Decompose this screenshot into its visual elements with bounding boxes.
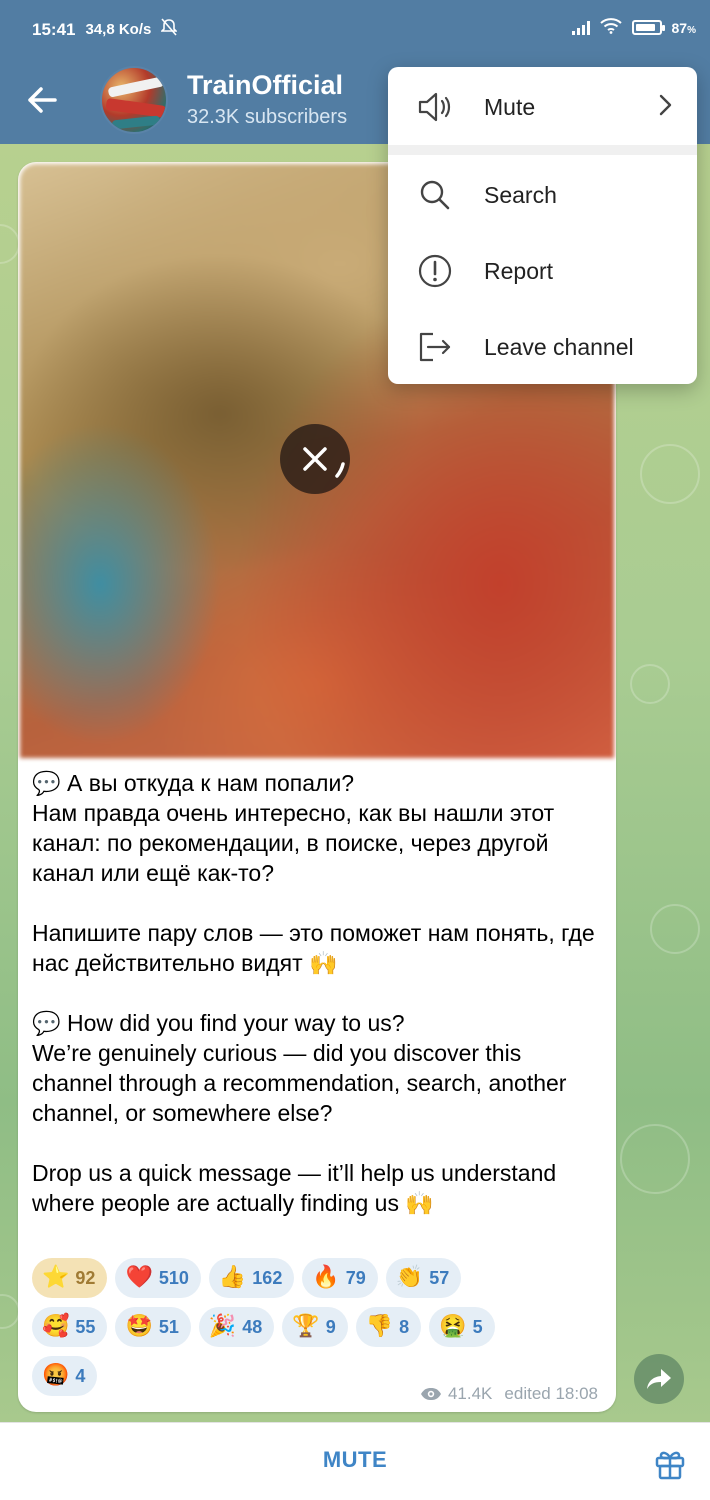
reaction-count: 4	[75, 1365, 86, 1386]
reaction-emoji: 🤮	[439, 1314, 467, 1339]
reaction-emoji: 👏	[395, 1265, 424, 1290]
reaction-emoji: 🤩	[125, 1314, 153, 1339]
status-left: 15:41 34,8 Ko/s	[32, 18, 179, 41]
reaction-row: 🤬 4	[32, 1356, 98, 1396]
reaction-count: 9	[325, 1316, 336, 1337]
report-icon	[416, 252, 454, 290]
reaction-count: 48	[242, 1316, 263, 1337]
reaction-chip[interactable]: 👏 57	[385, 1258, 462, 1298]
status-time: 15:41	[32, 19, 76, 39]
reaction-emoji: 👎	[365, 1314, 394, 1339]
signal-icon	[571, 20, 590, 35]
reaction-chip[interactable]: 🏆 9	[282, 1307, 348, 1347]
search-icon	[416, 176, 454, 214]
reaction-count: 8	[399, 1316, 410, 1337]
reaction-chip[interactable]: ⭐ 92	[32, 1258, 108, 1298]
reaction-chip[interactable]: 🤩 51	[115, 1307, 191, 1347]
reaction-chip[interactable]: 👍 162	[208, 1258, 295, 1298]
reaction-count: 57	[429, 1267, 450, 1288]
share-button[interactable]	[634, 1354, 684, 1404]
menu-separator	[388, 145, 697, 155]
reaction-emoji: ❤️	[125, 1265, 153, 1290]
reaction-count: 92	[75, 1267, 96, 1288]
reaction-chip[interactable]: 🥰 55	[32, 1307, 108, 1347]
reaction-row: 🥰 55 🤩 51 🎉 48 🏆 9 👎 8 🤮 5	[32, 1307, 495, 1347]
bottom-bar: MUTE	[0, 1422, 710, 1500]
reaction-count: 55	[75, 1316, 96, 1337]
reaction-emoji: 👍	[218, 1265, 247, 1290]
battery-icon	[631, 20, 665, 35]
speaker-icon	[416, 88, 454, 126]
download-progress-icon	[335, 462, 345, 478]
bell-off-icon	[160, 18, 179, 41]
channel-options-menu: Mute Search Report Leave channel	[388, 67, 697, 384]
message-text: 💬 А вы откуда к нам попали? Нам правда о…	[32, 770, 595, 1216]
leave-icon	[416, 328, 454, 366]
menu-item-leave-channel[interactable]: Leave channel	[388, 309, 697, 384]
eye-icon	[420, 1388, 441, 1400]
reaction-emoji: 🔥	[312, 1265, 340, 1290]
gift-icon	[655, 1451, 685, 1480]
reaction-emoji: 🏆	[292, 1314, 320, 1339]
menu-item-label: Search	[484, 181, 557, 208]
reaction-count: 510	[158, 1267, 189, 1288]
reaction-chip[interactable]: 🎉 48	[198, 1307, 275, 1347]
arrow-left-icon	[28, 87, 57, 113]
message-meta: 41.4K edited 18:08	[420, 1384, 598, 1404]
reaction-chip[interactable]: 🔥 79	[302, 1258, 378, 1298]
reaction-count: 162	[252, 1267, 283, 1288]
menu-item-label: Mute	[484, 93, 536, 120]
menu-item-report[interactable]: Report	[388, 233, 697, 309]
chevron-right-icon	[659, 94, 673, 121]
mute-channel-button[interactable]: MUTE	[0, 1447, 710, 1473]
subscriber-count: 32.3K subscribers	[187, 106, 348, 128]
reaction-count: 51	[158, 1316, 179, 1337]
reaction-emoji: 🥰	[42, 1314, 70, 1339]
reaction-emoji: 🤬	[42, 1363, 70, 1388]
network-speed: 34,8 Ko/s	[85, 21, 152, 38]
reaction-chip[interactable]: 👎 8	[355, 1307, 422, 1347]
reaction-emoji: 🎉	[208, 1314, 237, 1339]
menu-item-label: Report	[484, 257, 554, 284]
menu-item-mute[interactable]: Mute	[388, 69, 697, 145]
back-button[interactable]	[20, 78, 64, 122]
reaction-count: 79	[345, 1267, 366, 1288]
reaction-chip[interactable]: 🤬 4	[32, 1356, 98, 1396]
view-count: 41.4K	[447, 1384, 493, 1403]
reaction-chip[interactable]: ❤️ 510	[115, 1258, 201, 1298]
channel-avatar[interactable]	[100, 66, 168, 134]
channel-name[interactable]: TrainOfficial	[187, 70, 343, 101]
menu-item-search[interactable]: Search	[388, 157, 697, 233]
reaction-chip[interactable]: 🤮 5	[429, 1307, 495, 1347]
status-bar: 15:41 34,8 Ko/s 87%	[0, 0, 710, 56]
battery-text: 87%	[671, 19, 696, 36]
edited-timestamp: edited 18:08	[504, 1384, 598, 1403]
wifi-icon	[599, 18, 622, 37]
cancel-download-button[interactable]	[280, 424, 350, 494]
menu-item-label: Leave channel	[484, 333, 634, 360]
reaction-row: ⭐ 92 ❤️ 510 👍 162 🔥 79 👏 57	[32, 1258, 462, 1298]
reaction-count: 5	[472, 1316, 483, 1337]
status-right: 87%	[571, 18, 696, 37]
reaction-emoji: ⭐	[42, 1265, 70, 1290]
gift-button[interactable]	[650, 1443, 690, 1483]
share-arrow-icon	[647, 1369, 671, 1389]
